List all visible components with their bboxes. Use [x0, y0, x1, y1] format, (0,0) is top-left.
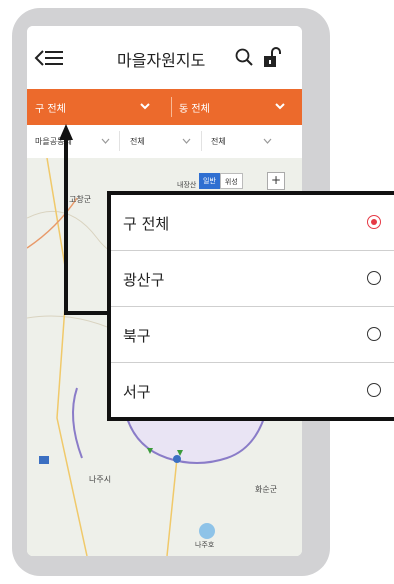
district-option[interactable]: 서구	[111, 363, 394, 418]
category-filter[interactable]: 마을공동체	[35, 136, 72, 147]
radio-unselected-icon[interactable]	[367, 327, 381, 341]
dong-dropdown[interactable]: 동 전체	[179, 100, 210, 115]
filter-3[interactable]: 전체	[211, 136, 226, 147]
map-label: 나주호	[195, 541, 215, 549]
filter-2[interactable]: 전체	[130, 136, 145, 147]
radio-unselected-icon[interactable]	[367, 383, 381, 397]
divider	[171, 97, 172, 117]
chevron-down-icon[interactable]	[182, 138, 191, 145]
map-type-general[interactable]: 일반	[199, 173, 220, 189]
option-label: 광산구	[123, 271, 165, 289]
zoom-in-button[interactable]: +	[267, 172, 285, 190]
district-option[interactable]: 광산구	[111, 251, 394, 307]
map-label: 고창군	[69, 195, 92, 204]
radio-selected-icon[interactable]	[367, 215, 381, 229]
district-dropdown[interactable]: 구 전체	[35, 100, 66, 115]
app-header: 마을자원지도	[27, 26, 302, 89]
chevron-down-icon[interactable]	[101, 138, 110, 145]
map-label: 내장산	[177, 181, 197, 189]
divider	[119, 131, 120, 151]
hamburger-menu-icon[interactable]	[45, 51, 63, 65]
district-option[interactable]: 구 전체	[111, 195, 394, 251]
radio-unselected-icon[interactable]	[367, 271, 381, 285]
chevron-down-icon[interactable]	[140, 101, 150, 111]
option-label: 북구	[123, 327, 151, 345]
chevron-down-icon[interactable]	[275, 101, 285, 111]
chevron-down-icon[interactable]	[263, 138, 272, 145]
unlock-icon[interactable]	[263, 46, 281, 68]
search-icon[interactable]	[235, 48, 253, 66]
page-title: 마을자원지도	[117, 51, 206, 70]
divider	[201, 131, 202, 151]
district-picker-popup: 구 전체 광산구 북구 서구	[107, 191, 394, 421]
option-label: 구 전체	[123, 215, 170, 233]
option-label: 서구	[123, 383, 151, 401]
district-option[interactable]: 북구	[111, 307, 394, 363]
map-label: 나주시	[89, 475, 112, 484]
district-selector-bar: 구 전체 동 전체	[27, 89, 302, 125]
map-type-toggle: 일반 위성	[199, 173, 243, 189]
filter-row: 마을공동체 전체 전체	[27, 125, 302, 159]
map-type-satellite[interactable]: 위성	[219, 173, 243, 189]
map-label: 화순군	[255, 485, 278, 494]
